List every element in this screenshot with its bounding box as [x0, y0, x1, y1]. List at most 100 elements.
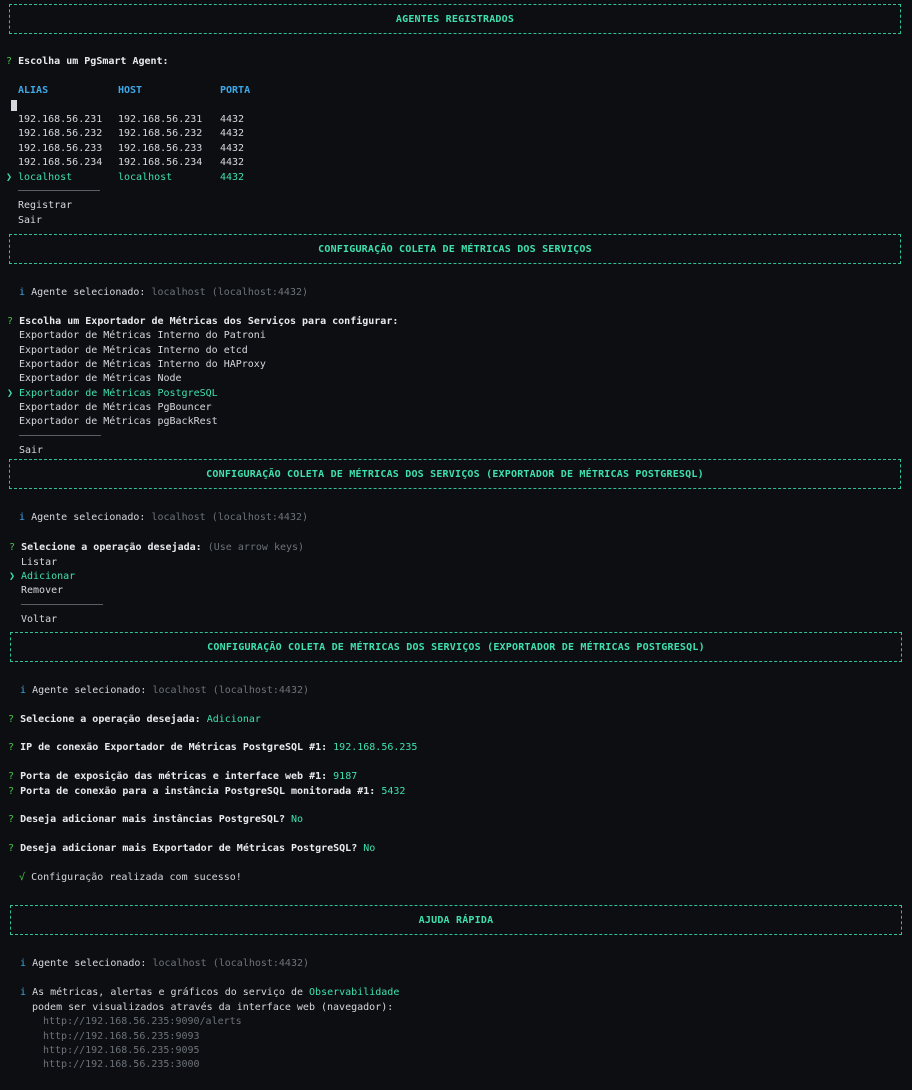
answer-operation-value: Adicionar: [206, 714, 261, 725]
agent-host: 192.168.56.231: [118, 114, 203, 125]
config-pg-header-title: CONFIGURAÇÃO COLETA DE MÉTRICAS DOS SERV…: [206, 468, 704, 480]
answer-more-exporters-value: No: [363, 843, 376, 854]
info-icon: i: [19, 512, 26, 523]
agent-host: 192.168.56.234: [118, 157, 203, 168]
answer-port-web-value: 9187: [333, 771, 358, 782]
answer-port-pg-tag: #1:: [357, 786, 376, 797]
selected-agent-value: localhost (localhost:4432): [151, 287, 309, 298]
selected-agent-value: localhost (localhost:4432): [152, 685, 310, 696]
answer-port-web-line: ? Porta de exposição das métricas e inte…: [8, 770, 357, 783]
pointer-icon: ❯: [6, 172, 13, 183]
help-url[interactable]: http://192.168.56.235:9095: [43, 1044, 200, 1057]
exporter-item[interactable]: Exportador de Métricas Node: [19, 372, 182, 385]
answer-port-web-prompt: Porta de exposição das métricas e interf…: [20, 771, 304, 782]
config-header-title: CONFIGURAÇÃO COLETA DE MÉTRICAS DOS SERV…: [318, 243, 592, 255]
exporter-item[interactable]: Exportador de Métricas Interno do etcd: [19, 344, 248, 357]
answer-more-instances-line: ? Deseja adicionar mais instâncias Postg…: [8, 813, 303, 826]
agents-header-box: AGENTES REGISTRADOS: [9, 4, 901, 34]
success-line: √ Configuração realizada com sucesso!: [19, 871, 242, 884]
answer-more-exporters-prompt: Deseja adicionar mais Exportador de Métr…: [20, 843, 358, 854]
selected-agent-label: Agente selecionado:: [31, 512, 146, 523]
exporters-prompt-line: ? Escolha um Exportador de Métricas dos …: [7, 315, 398, 328]
agent-alias: 192.168.56.232: [18, 128, 103, 139]
agent-alias: 192.168.56.234: [18, 157, 103, 168]
selected-agent-line: i Agente selecionado: localhost (localho…: [19, 286, 308, 299]
config-pg-answers-header-box: CONFIGURAÇÃO COLETA DE MÉTRICAS DOS SERV…: [10, 632, 902, 662]
answer-operation-prompt: Selecione a operação desejada:: [20, 714, 201, 725]
exporter-item[interactable]: Exportador de Métricas pgBackRest: [19, 415, 218, 428]
question-mark-icon: ?: [9, 542, 16, 553]
pointer-icon: ❯: [7, 388, 14, 399]
col-header-alias: ALIAS: [18, 85, 49, 96]
selected-agent-label: Agente selecionado:: [32, 958, 147, 969]
answer-port-pg-prompt: Porta de conexão para a instância Postgr…: [20, 786, 352, 797]
help-url[interactable]: http://192.168.56.235:9090/alerts: [43, 1015, 242, 1028]
answer-ip-line: ? IP de conexão Exportador de Métricas P…: [8, 741, 417, 754]
selected-agent-value: localhost (localhost:4432): [151, 512, 309, 523]
answer-port-pg-value: 5432: [381, 786, 406, 797]
help-line-2: podem ser visualizados através da interf…: [32, 1002, 394, 1013]
menu-item-sair[interactable]: Sair: [19, 444, 43, 457]
agents-header-title: AGENTES REGISTRADOS: [395, 13, 515, 25]
menu-separator: [19, 435, 101, 436]
config-header-box: CONFIGURAÇÃO COLETA DE MÉTRICAS DOS SERV…: [9, 234, 901, 264]
operation-hint: (Use arrow keys): [207, 542, 305, 553]
operation-item-remover[interactable]: Remover: [21, 584, 63, 597]
operation-prompt: Selecione a operação desejada:: [21, 542, 202, 553]
question-mark-icon: ?: [8, 843, 15, 854]
menu-item-sair[interactable]: Sair: [18, 214, 42, 227]
help-line-1: i As métricas, alertas e gráficos do ser…: [20, 986, 399, 999]
agent-port: 4432: [220, 128, 245, 139]
exporters-prompt: Escolha um Exportador de Métricas dos Se…: [19, 316, 399, 327]
help-header-title: AJUDA RÁPIDA: [418, 914, 494, 926]
check-icon: √: [19, 872, 26, 883]
menu-item-registrar[interactable]: Registrar: [18, 199, 72, 212]
selected-agent-label: Agente selecionado:: [32, 685, 147, 696]
answer-more-instances-prompt: Deseja adicionar mais instâncias Postgre…: [20, 814, 285, 825]
selected-agent-label: Agente selecionado:: [31, 287, 146, 298]
exporter-item[interactable]: Exportador de Métricas PgBouncer: [19, 401, 212, 414]
pointer-icon: ❯: [9, 571, 16, 582]
info-icon: i: [20, 958, 27, 969]
terminal-cursor: [11, 100, 17, 111]
answer-more-exporters-line: ? Deseja adicionar mais Exportador de Mé…: [8, 842, 375, 855]
agent-alias: 192.168.56.233: [18, 143, 103, 154]
question-mark-icon: ?: [8, 814, 15, 825]
help-line-1-text: As métricas, alertas e gráficos do servi…: [32, 987, 303, 998]
operation-item-listar[interactable]: Listar: [21, 556, 57, 569]
answer-ip-prompt: IP de conexão Exportador de Métricas Pos…: [20, 742, 304, 753]
answer-operation-line: ? Selecione a operação desejada: Adicion…: [8, 713, 261, 726]
question-mark-icon: ?: [8, 786, 15, 797]
help-url[interactable]: http://192.168.56.235:3000: [43, 1058, 200, 1071]
answer-port-web-tag: #1:: [309, 771, 328, 782]
selected-agent-line: i Agente selecionado: localhost (localho…: [20, 684, 309, 697]
col-header-host: HOST: [118, 85, 143, 96]
agent-alias: localhost: [18, 172, 73, 183]
answer-port-pg-line: ? Porta de conexão para a instância Post…: [8, 785, 405, 798]
agent-host: localhost: [118, 172, 173, 183]
question-mark-icon: ?: [8, 742, 15, 753]
exporter-item-selected[interactable]: Exportador de Métricas PostgreSQL: [19, 387, 218, 400]
agent-port: 4432: [220, 143, 245, 154]
exporter-item[interactable]: Exportador de Métricas Interno do HAProx…: [19, 358, 266, 371]
help-line-1-highlight: Observabilidade: [309, 987, 400, 998]
operation-item-voltar[interactable]: Voltar: [21, 613, 57, 626]
agents-prompt: Escolha um PgSmart Agent:: [18, 56, 169, 67]
agent-port: 4432: [220, 114, 245, 125]
info-icon: i: [19, 287, 26, 298]
help-url[interactable]: http://192.168.56.235:9093: [43, 1030, 200, 1043]
operation-item-adicionar[interactable]: Adicionar: [21, 570, 75, 583]
answer-ip-value: 192.168.56.235: [333, 742, 418, 753]
question-mark-icon: ?: [8, 714, 15, 725]
answer-more-instances-value: No: [291, 814, 304, 825]
answer-ip-tag: #1:: [309, 742, 328, 753]
question-mark-icon: ?: [8, 771, 15, 782]
config-pg-header-box: CONFIGURAÇÃO COLETA DE MÉTRICAS DOS SERV…: [9, 459, 901, 489]
help-header-box: AJUDA RÁPIDA: [10, 905, 902, 935]
exporter-item[interactable]: Exportador de Métricas Interno do Patron…: [19, 329, 266, 342]
selected-agent-value: localhost (localhost:4432): [152, 958, 310, 969]
question-mark-icon: ?: [6, 56, 13, 67]
agent-host: 192.168.56.233: [118, 143, 203, 154]
config-pg-answers-header-title: CONFIGURAÇÃO COLETA DE MÉTRICAS DOS SERV…: [207, 641, 705, 653]
selected-agent-line: i Agente selecionado: localhost (localho…: [20, 957, 309, 970]
